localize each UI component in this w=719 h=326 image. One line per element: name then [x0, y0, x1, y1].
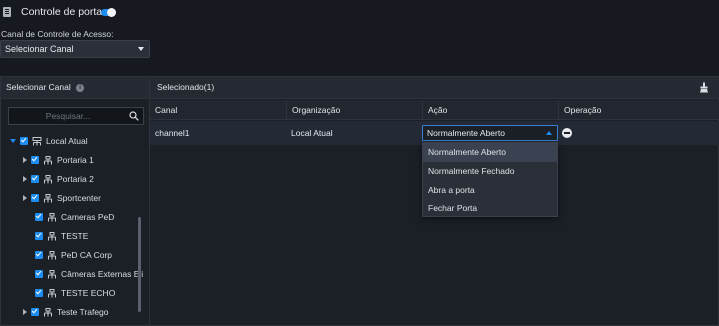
organization-icon	[44, 193, 52, 202]
action-option-abra-a-porta[interactable]: Abra a porta	[423, 181, 557, 200]
action-option-normalmente-aberto[interactable]: Normalmente Aberto	[423, 143, 557, 162]
organization-icon	[48, 212, 56, 221]
tree-node-ped-ca-corp[interactable]: PeD CA Corp	[1, 246, 175, 264]
cell-canal: channel1	[155, 128, 190, 138]
action-option-normalmente-fechado[interactable]: Normalmente Fechado	[423, 162, 557, 181]
tree-node-label: PeD CA Corp	[61, 250, 113, 260]
expand-arrow-icon[interactable]	[23, 176, 27, 182]
tree-node-portaria-1[interactable]: Portaria 1	[1, 151, 163, 169]
action-dropdown-menu: Normalmente Aberto Normalmente Fechado A…	[422, 142, 558, 217]
action-select-value: Normalmente Aberto	[427, 128, 505, 138]
expand-arrow-icon[interactable]	[23, 195, 27, 201]
organization-icon	[48, 231, 56, 240]
tree-node-teste-echo[interactable]: TESTE ECHO	[1, 284, 175, 302]
cell-organizacao: Local Atual	[291, 128, 333, 138]
column-header-operacao: Operação	[558, 100, 719, 120]
access-channel-label: Canal de Controle de Acesso:	[1, 29, 114, 39]
tree-node-label: Portaria 1	[57, 155, 94, 165]
search-icon[interactable]	[129, 111, 139, 121]
checkbox[interactable]	[20, 137, 28, 145]
organization-icon	[44, 155, 52, 164]
remove-icon[interactable]	[562, 128, 572, 138]
tree-node-label: Cameras PeD	[61, 212, 115, 222]
organization-icon	[48, 250, 56, 259]
info-icon[interactable]: i	[76, 83, 85, 92]
chevron-down-icon	[138, 47, 144, 51]
selected-header: Selecionado(1)	[150, 77, 719, 99]
tree-scrollbar[interactable]	[138, 217, 141, 312]
organization-icon	[48, 269, 56, 278]
action-option-fechar-porta[interactable]: Fechar Porta	[423, 199, 557, 218]
tree-node-label: Teste Trafego	[57, 307, 109, 317]
expand-arrow-icon[interactable]	[10, 139, 16, 143]
selected-title: Selecionado(1)	[157, 82, 215, 92]
channel-selector-title: Selecionar Canal	[6, 82, 71, 92]
organization-icon	[44, 307, 52, 316]
door-control-toggle[interactable]	[101, 8, 116, 17]
checkbox[interactable]	[31, 175, 39, 183]
column-header-acao: Ação	[422, 100, 558, 120]
organization-icon	[44, 174, 52, 183]
access-channel-select-value: Selecionar Canal	[5, 44, 74, 54]
column-header-canal: Canal	[155, 105, 178, 115]
checkbox[interactable]	[31, 156, 39, 164]
expand-arrow-icon[interactable]	[23, 157, 27, 163]
access-channel-select[interactable]: Selecionar Canal	[0, 40, 150, 58]
search-input[interactable]	[13, 109, 123, 123]
checkbox[interactable]	[31, 308, 39, 316]
organization-icon	[32, 136, 42, 145]
page-title: Controle de porta	[21, 6, 103, 18]
checkbox[interactable]	[35, 251, 43, 259]
tree-node-label: Portaria 2	[57, 174, 94, 184]
checkbox[interactable]	[31, 194, 39, 202]
tree-node-label: Local Atual	[46, 136, 88, 146]
checkbox[interactable]	[35, 213, 43, 221]
checkbox[interactable]	[35, 270, 43, 278]
checkbox[interactable]	[35, 289, 43, 297]
tree-node-sportcenter[interactable]: Sportcenter	[1, 189, 163, 207]
clear-all-icon[interactable]	[699, 82, 709, 93]
column-header-organizacao: Organização	[286, 100, 422, 120]
tree-node-cameras-ped[interactable]: Cameras PeD	[1, 208, 175, 226]
table-header: Canal Organização Ação Operação	[150, 100, 719, 120]
tree-node-portaria-2[interactable]: Portaria 2	[1, 170, 163, 188]
tree-node-label: TESTE ECHO	[61, 288, 116, 298]
channel-selector-panel: Selecionar Canal i Local Atual Portaria …	[0, 76, 150, 326]
search-box	[8, 107, 144, 125]
checkbox[interactable]	[35, 232, 43, 240]
action-select[interactable]: Normalmente Aberto	[422, 125, 558, 141]
tree-node-label: Sportcenter	[57, 193, 101, 203]
expand-arrow-icon[interactable]	[23, 309, 27, 315]
organization-icon	[48, 288, 56, 297]
tree-node-label: Câmeras Externas Eli	[61, 269, 144, 279]
tree-node-label: TESTE	[61, 231, 89, 241]
tree-node-local-atual[interactable]: Local Atual	[1, 132, 150, 150]
tree-node-cameras-externas[interactable]: Câmeras Externas Eli	[1, 265, 175, 283]
tree-node-teste[interactable]: TESTE	[1, 227, 175, 245]
channel-selector-header: Selecionar Canal i	[1, 77, 149, 99]
door-control-icon	[3, 7, 11, 17]
chevron-up-icon	[546, 131, 552, 135]
